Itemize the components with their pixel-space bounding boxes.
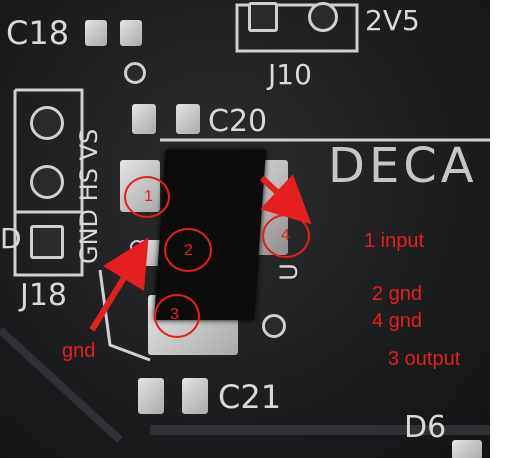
pcb-photo: C18 2V5 J10 C20 DECA J18 GND HS VS D U C… <box>0 0 490 458</box>
white-margin <box>490 0 532 458</box>
annotation-pin2: 2 gnd <box>372 283 423 305</box>
arrow-gnd <box>89 174 312 332</box>
annotation-pin4: 4 gnd <box>372 310 423 332</box>
annotation-pin3: 3 output <box>388 348 461 370</box>
annotation-pin1: 1 input <box>364 230 425 252</box>
annotation-gnd: gnd <box>62 340 96 362</box>
